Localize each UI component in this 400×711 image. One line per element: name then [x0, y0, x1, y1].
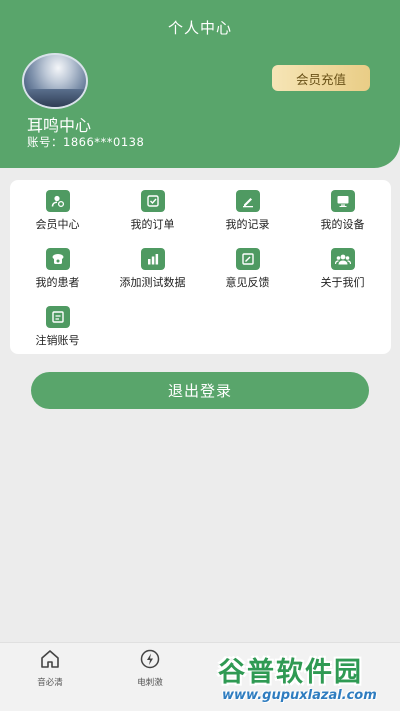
- patient-phone-icon: [45, 248, 70, 270]
- profile-header: 个人中心 耳鸣中心 账号：1866***0138 会员充值: [0, 0, 400, 168]
- tab-label: 电刺激: [137, 678, 163, 688]
- account-value: 1866***0138: [63, 135, 145, 149]
- watermark: 谷普软件园 www.gupuxlazal.com: [218, 646, 398, 709]
- menu-item-my-devices[interactable]: 我的设备: [295, 190, 390, 240]
- page-title: 个人中心: [167, 19, 232, 37]
- menu-label: 注销账号: [35, 334, 80, 347]
- device-monitor-icon: [330, 190, 355, 212]
- menu-label: 添加测试数据: [119, 276, 186, 289]
- menu-item-add-test-data[interactable]: 添加测试数据: [105, 248, 200, 298]
- account-label: 账号：: [27, 135, 63, 149]
- menu-label: 关于我们: [320, 276, 365, 289]
- user-nickname: 耳鸣中心: [27, 116, 92, 135]
- watermark-url: www.gupuxlazal.com: [222, 688, 377, 703]
- menu-item-vip-center[interactable]: 会员中心: [10, 190, 105, 240]
- menu-item-my-orders[interactable]: 我的订单: [105, 190, 200, 240]
- account-line: 账号：1866***0138: [27, 134, 144, 150]
- cancel-account-icon: [45, 306, 70, 328]
- menu-item-cancel-account[interactable]: 注销账号: [10, 306, 105, 356]
- record-pencil-icon: [235, 190, 260, 212]
- menu-item-my-patients[interactable]: 我的患者: [10, 248, 105, 298]
- menu-label: 意见反馈: [225, 276, 270, 289]
- menu-label: 我的患者: [35, 276, 80, 289]
- menu-item-my-records[interactable]: 我的记录: [200, 190, 295, 240]
- menu-card: 会员中心 我的订单 我的记录 我的设备 我的患者 添加测试数据 意见反馈 关于我…: [10, 180, 391, 354]
- tab-label: 音必清: [37, 678, 63, 688]
- menu-item-feedback[interactable]: 意见反馈: [200, 248, 295, 298]
- vip-user-icon: [45, 190, 70, 212]
- order-icon: [140, 190, 165, 212]
- vip-recharge-button[interactable]: 会员充值: [272, 65, 370, 91]
- bar-chart-icon: [140, 248, 165, 270]
- lightning-icon: [139, 649, 161, 673]
- group-icon: [330, 248, 355, 270]
- tab-electric-stim[interactable]: 电刺激: [120, 649, 180, 688]
- watermark-text: 谷普软件园: [218, 657, 363, 688]
- feedback-icon: [235, 248, 260, 270]
- menu-item-about-us[interactable]: 关于我们: [295, 248, 390, 298]
- menu-label: 我的设备: [320, 218, 365, 231]
- logout-button[interactable]: 退出登录: [31, 372, 369, 409]
- avatar[interactable]: [22, 53, 88, 109]
- tab-sound-clear[interactable]: 音必清: [20, 649, 80, 688]
- menu-label: 会员中心: [35, 218, 80, 231]
- menu-label: 我的记录: [225, 218, 270, 231]
- menu-label: 我的订单: [130, 218, 175, 231]
- home-icon: [39, 649, 61, 673]
